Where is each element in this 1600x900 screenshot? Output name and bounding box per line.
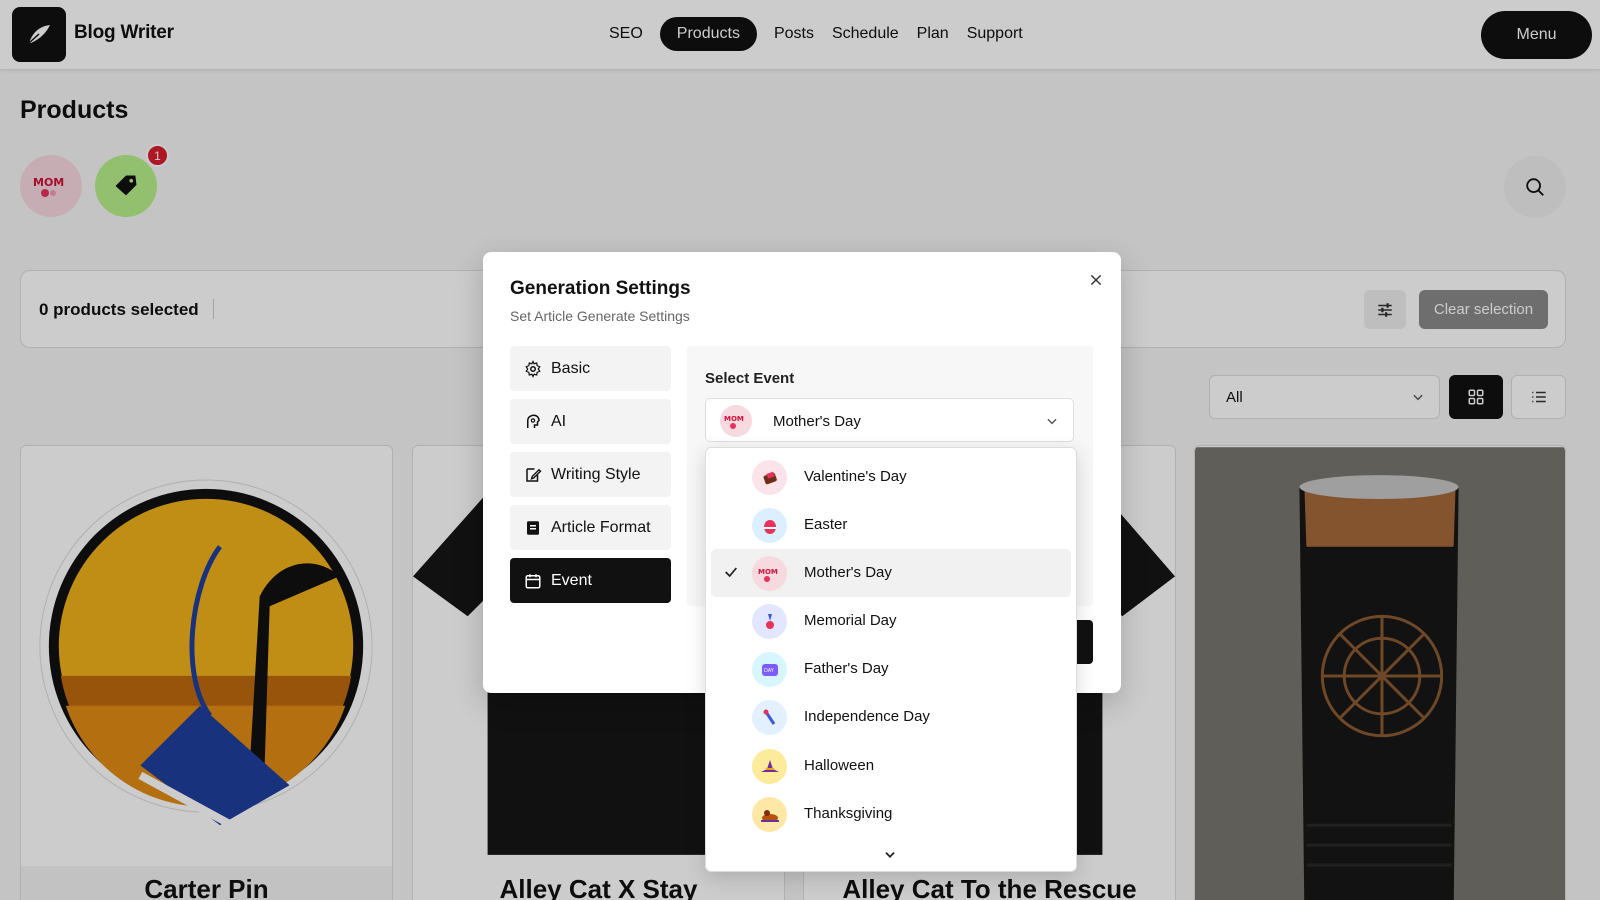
event-option-label: Memorial Day [804, 612, 897, 629]
tab-label: Writing Style [551, 465, 641, 483]
firework-icon [752, 700, 787, 735]
tab-label: AI [551, 412, 567, 430]
mom-icon: MOM [720, 405, 752, 437]
tab-writing-style[interactable]: Writing Style [510, 452, 671, 497]
ai-icon [527, 413, 540, 428]
event-options-dropdown: Valentine's Day Easter MOM Mother's Day … [705, 447, 1077, 872]
modal-title: Generation Settings [510, 278, 691, 299]
event-option-label: Easter [804, 516, 848, 533]
event-option-label: Valentine's Day [804, 468, 907, 485]
medal-icon [752, 604, 787, 639]
document-icon [527, 520, 539, 535]
event-option-label: Halloween [804, 757, 875, 774]
tab-basic[interactable]: Basic [510, 346, 671, 391]
mom-icon: MOM [752, 556, 787, 591]
calendar-icon [525, 573, 541, 588]
tab-label: Event [551, 571, 592, 589]
modal-subtitle: Set Article Generate Settings [510, 308, 690, 324]
svg-text:MOM: MOM [724, 415, 744, 423]
event-option[interactable]: Easter [711, 501, 1071, 549]
tab-label: Article Format [551, 518, 651, 536]
event-select-value: Mother's Day [773, 413, 861, 430]
chocolate-icon [752, 460, 787, 495]
close-button[interactable] [1084, 268, 1108, 292]
svg-text:MOM: MOM [758, 568, 778, 576]
dad-icon: DAY [752, 652, 787, 687]
gear-icon [525, 359, 541, 378]
chevron-down-icon[interactable] [882, 848, 898, 862]
event-option-selected[interactable]: MOM Mother's Day [711, 549, 1071, 597]
easter-egg-icon [752, 508, 787, 543]
witch-hat-icon [752, 749, 787, 784]
select-event-label: Select Event [705, 370, 795, 387]
event-option-label: Mother's Day [804, 564, 892, 581]
edit-icon [526, 467, 542, 482]
tab-article-format[interactable]: Article Format [510, 505, 671, 550]
event-option[interactable]: Independence Day [711, 693, 1071, 741]
event-option[interactable]: DAY Father's Day [711, 645, 1071, 693]
chevron-down-icon [1047, 418, 1057, 425]
close-icon [1090, 274, 1102, 286]
tab-event[interactable]: Event [510, 558, 671, 603]
svg-text:DAY: DAY [764, 668, 775, 674]
event-option[interactable]: Valentine's Day [711, 453, 1071, 501]
check-icon [725, 567, 737, 578]
event-option[interactable]: Thanksgiving [711, 790, 1071, 838]
tab-label: Basic [551, 359, 591, 377]
event-option-label: Father's Day [804, 660, 889, 677]
event-select[interactable]: MOM Mother's Day [705, 398, 1074, 442]
event-option[interactable]: Halloween [711, 742, 1071, 790]
event-option-label: Thanksgiving [804, 805, 893, 822]
turkey-icon [752, 797, 787, 832]
event-option[interactable]: Memorial Day [711, 597, 1071, 645]
event-option-label: Independence Day [804, 708, 930, 725]
tab-ai[interactable]: AI [510, 399, 671, 444]
